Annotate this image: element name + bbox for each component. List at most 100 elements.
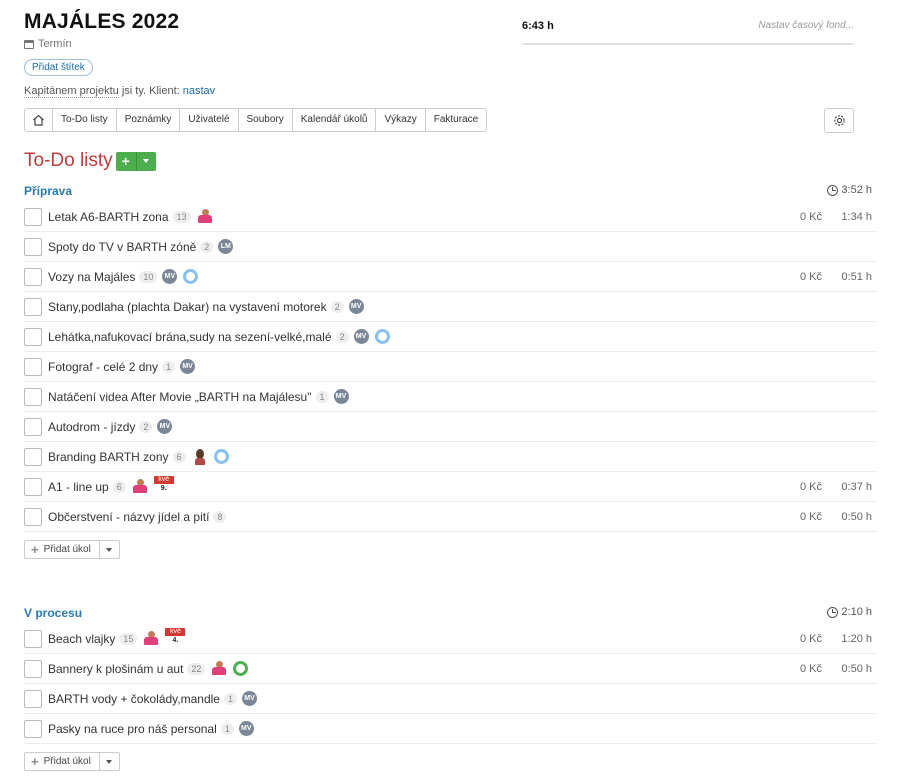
task-row: Spoty do TV v BARTH zóně 2 LM: [24, 232, 876, 262]
task-name[interactable]: Občerstvení - názvy jídel a pití: [48, 510, 209, 524]
term-label: Termín: [38, 38, 72, 50]
task-comment-count: 1: [315, 390, 329, 403]
task-comment-count: 15: [119, 632, 138, 645]
task-name[interactable]: Autodrom - jízdy: [48, 420, 135, 434]
task-name[interactable]: Letak A6-BARTH zona: [48, 210, 169, 224]
task-comment-count: 1: [162, 360, 176, 373]
section-header: V procesu 2:10 h: [24, 602, 876, 624]
add-list-button[interactable]: +: [116, 152, 136, 171]
due-date-badge: kvě 9.: [153, 475, 174, 494]
task-name[interactable]: Natáčení videa After Movie „BARTH na Maj…: [48, 390, 312, 404]
plus-icon: +: [31, 754, 39, 769]
user-avatar-photo: [192, 448, 208, 465]
tab-todo[interactable]: To-Do listy: [52, 109, 116, 131]
task-name[interactable]: Branding BARTH zony: [48, 450, 169, 464]
task-name[interactable]: Stany,podlaha (plachta Dakar) na vystave…: [48, 300, 327, 314]
user-avatar-photo: [132, 478, 148, 495]
task-comment-count: 1: [220, 722, 234, 735]
task-checkbox[interactable]: [24, 447, 42, 466]
add-task-button-group[interactable]: + Přidat úkol: [24, 540, 120, 559]
task-comment-count: 2: [200, 240, 214, 253]
task-checkbox[interactable]: [24, 507, 42, 526]
user-avatar: LM: [218, 239, 234, 254]
task-checkbox[interactable]: [24, 237, 42, 256]
add-task-button-group[interactable]: + Přidat úkol: [24, 752, 120, 771]
tab-reports[interactable]: Výkazy: [375, 109, 424, 131]
chevron-down-icon: [106, 547, 113, 552]
task-row: Bannery k plošinám u aut 22 0 Kč 0:50 h: [24, 654, 876, 684]
task-name[interactable]: Beach vlajky: [48, 632, 115, 646]
progress-ring-icon: [183, 269, 199, 284]
add-list-dropdown[interactable]: [135, 151, 156, 171]
task-name[interactable]: Pasky na ruce pro náš personal: [48, 722, 217, 736]
tab-users[interactable]: Uživatelé: [179, 109, 237, 131]
section-title[interactable]: Příprava: [24, 184, 72, 198]
task-checkbox[interactable]: [24, 477, 42, 496]
task-duration: 0:51 h: [841, 270, 872, 283]
task-checkbox[interactable]: [24, 297, 42, 316]
time-fund[interactable]: 6:43 h Nastav časový fond...: [522, 20, 854, 45]
task-row: Vozy na Majáles 10 MV 0 Kč 0:51 h: [24, 262, 876, 292]
add-task-button[interactable]: + Přidat úkol: [25, 541, 99, 558]
add-list-button-group[interactable]: +: [115, 151, 156, 171]
task-checkbox[interactable]: [24, 719, 42, 738]
task-name[interactable]: Fotograf - celé 2 dny: [48, 360, 158, 374]
task-row: Autodrom - jízdy 2 MV: [24, 412, 876, 442]
time-fund-input[interactable]: Nastav časový fond...: [758, 20, 854, 31]
tab-invoicing[interactable]: Fakturace: [424, 109, 486, 131]
task-duration: 0:50 h: [841, 510, 872, 523]
client-link[interactable]: nastav: [183, 85, 215, 97]
due-month: kvě: [165, 627, 186, 636]
add-task-button[interactable]: + Přidat úkol: [25, 753, 99, 770]
task-name[interactable]: Spoty do TV v BARTH zóně: [48, 240, 196, 254]
user-avatar-photo: [197, 208, 213, 225]
task-duration: 1:20 h: [841, 632, 872, 645]
captain-rest: jsi ty. Klient:: [118, 85, 183, 97]
add-task-dropdown[interactable]: [98, 541, 119, 558]
task-row: A1 - line up 6 kvě 9. 0 Kč 0:37 h: [24, 472, 876, 502]
task-checkbox[interactable]: [24, 659, 42, 678]
user-avatar: MV: [162, 269, 178, 284]
task-name[interactable]: A1 - line up: [48, 480, 109, 494]
page-heading: To-Do listy: [24, 150, 113, 171]
section-priprava: Příprava 3:52 h Letak A6-BARTH zona 13 0 Kč 1…: [24, 180, 876, 559]
add-task-dropdown[interactable]: [98, 753, 119, 770]
gear-icon: [833, 115, 845, 126]
task-checkbox[interactable]: [24, 387, 42, 406]
task-checkbox[interactable]: [24, 267, 42, 286]
clock-icon: [827, 184, 839, 196]
settings-button[interactable]: [824, 108, 854, 133]
user-avatar: MV: [348, 299, 364, 314]
task-name[interactable]: Vozy na Majáles: [48, 270, 135, 284]
task-checkbox[interactable]: [24, 327, 42, 346]
task-name[interactable]: Bannery k plošinám u aut: [48, 662, 183, 676]
task-checkbox[interactable]: [24, 689, 42, 708]
plus-icon: +: [31, 542, 39, 557]
task-checkbox[interactable]: [24, 417, 42, 436]
task-duration: 1:34 h: [841, 210, 872, 223]
task-checkbox[interactable]: [24, 357, 42, 376]
tab-files[interactable]: Soubory: [237, 109, 292, 131]
tab-notes[interactable]: Poznámky: [115, 109, 180, 131]
page: MAJÁLES 2022 Termín Přidat štítek Kapitá…: [24, 10, 876, 771]
project-nav: To-Do listy Poznámky Uživatelé Soubory K…: [24, 108, 488, 132]
task-checkbox[interactable]: [24, 629, 42, 648]
section-time: 2:10 h: [827, 606, 872, 618]
user-avatar: MV: [353, 329, 369, 344]
time-total: 6:43 h: [522, 20, 554, 32]
due-day: 4.: [165, 635, 186, 645]
task-row: Natáčení videa After Movie „BARTH na Maj…: [24, 382, 876, 412]
tab-home[interactable]: [25, 109, 52, 131]
progress-ring-icon: [233, 661, 249, 676]
task-row: Beach vlajky 15 kvě 4. 0 Kč 1:20 h: [24, 624, 876, 654]
task-name[interactable]: Lehátka,nafukovací brána,sudy na sezení-…: [48, 330, 332, 344]
add-task-label: Přidat úkol: [43, 544, 91, 555]
user-avatar: MV: [242, 691, 257, 706]
avatar-body: [197, 214, 212, 223]
task-name[interactable]: BARTH vody + čokolády,mandle: [48, 692, 220, 706]
add-tag-button[interactable]: Přidat štítek: [24, 59, 93, 76]
user-avatar: MV: [333, 389, 349, 404]
task-checkbox[interactable]: [24, 207, 42, 226]
section-title[interactable]: V procesu: [24, 606, 82, 620]
tab-task-calendar[interactable]: Kalendář úkolů: [291, 109, 376, 131]
